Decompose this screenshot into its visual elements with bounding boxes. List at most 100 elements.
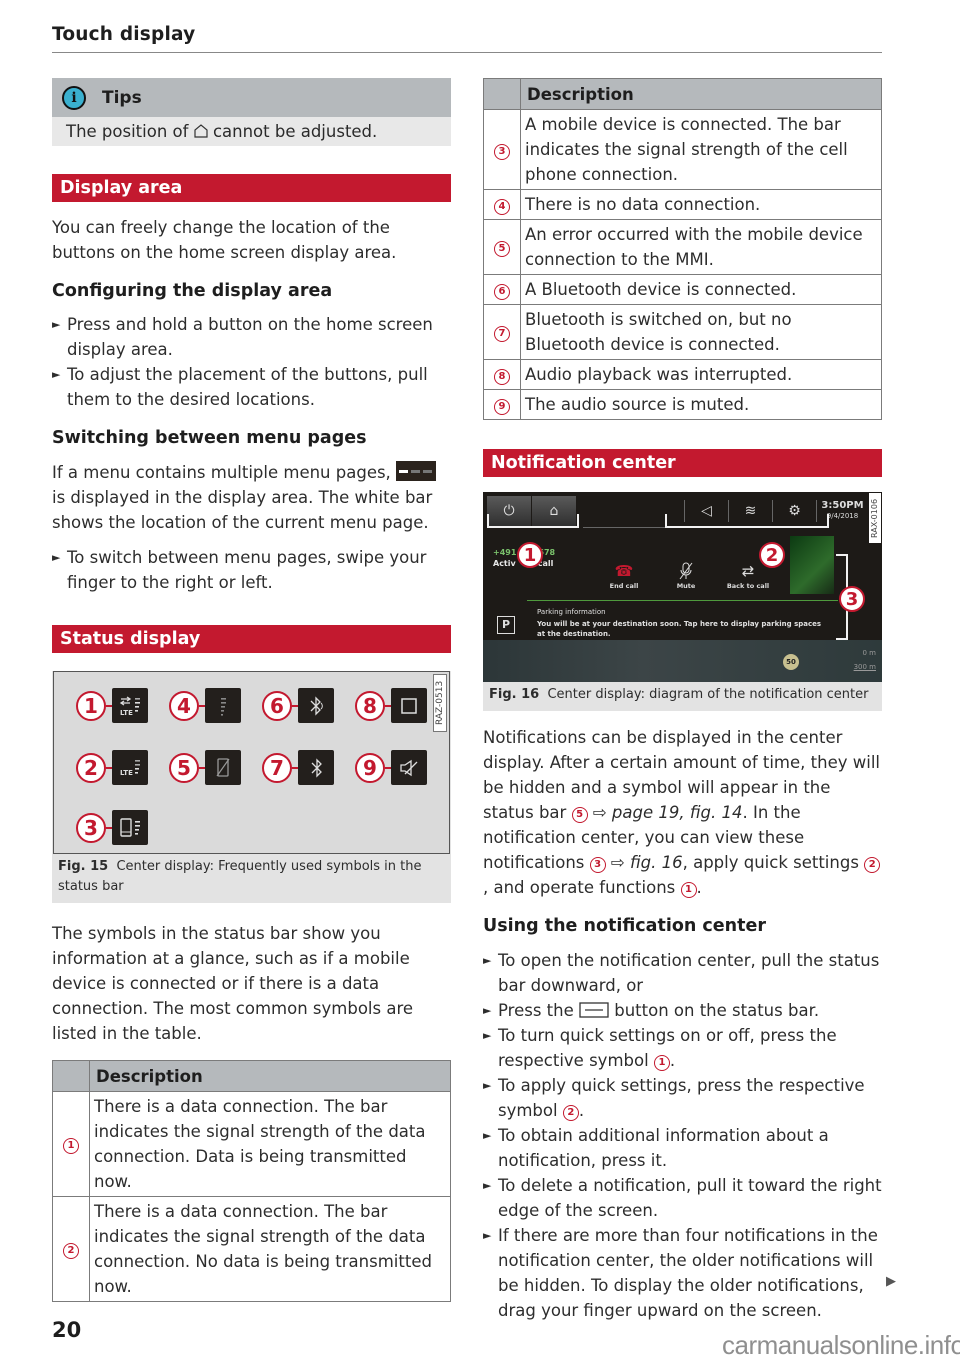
end-call-icon: ☎ (614, 562, 634, 580)
step-item: ► Press the button on the status bar. (483, 1001, 820, 1020)
configuring-steps: ► Press and hold a button on the home scr… (52, 312, 451, 412)
tips-header: i Tips (52, 78, 451, 117)
callout-bracket-2 (665, 514, 829, 528)
map-background: 50 0 m 300 m (483, 640, 882, 682)
section-status-display: Status display (52, 625, 451, 653)
callout-2: 2 (759, 542, 785, 568)
lte-data-transfer-icon: LTE (112, 688, 148, 723)
notification-text[interactable]: You will be at your destination soon. Ta… (537, 619, 827, 639)
table-row: 9 The audio source is muted. (483, 389, 882, 420)
figure-16-caption: Fig. 16 Center display: diagram of the n… (489, 687, 869, 702)
heading-using-notification-center: Using the notification center (483, 916, 766, 936)
symbol-5: 5 (169, 750, 241, 785)
heading-configuring: Configuring the display area (52, 281, 333, 301)
step-item: ► To turn quick settings on or off, press… (483, 1026, 837, 1071)
table-row: 7 Bluetooth is switched on, but no Blueto… (483, 304, 882, 360)
mute-icon (391, 750, 427, 785)
mobile-device-error-icon (205, 750, 241, 785)
end-call-button[interactable]: ☎ End call (593, 562, 655, 590)
continue-arrow-icon: ▶ (886, 1274, 896, 1289)
svg-text:LTE: LTE (120, 709, 133, 717)
left-column: i Tips The position of cannot be adjuste… (52, 78, 451, 1302)
table-row: 1 There is a data connection. The bar in… (52, 1091, 451, 1197)
table-header-row: Description (483, 78, 882, 110)
notification-title[interactable]: Parking information (537, 608, 606, 616)
callout-3: 3 (839, 586, 865, 612)
symbol-6: 6 (262, 688, 334, 723)
divider (527, 600, 838, 601)
bluetooth-connected-icon (298, 688, 334, 723)
table-row: 3A mobile device is connected. The bar i… (483, 109, 882, 190)
section-display-area: Display area (52, 174, 451, 202)
using-steps: ► To open the notification center, pull t… (483, 948, 882, 1323)
callout-ref: 5 (571, 807, 588, 823)
notification-center-screen: ⏻ ⌂ ◁ ≋ ⚙ 3:50PM 9/4/2018 +491 678 Activ c… (483, 492, 882, 682)
parking-icon: P (497, 616, 515, 634)
tips-box: i Tips The position of cannot be adjuste… (52, 78, 451, 146)
page-indicator-icon (396, 461, 437, 481)
symbol-7: 7 (262, 750, 334, 785)
svg-text:LTE: LTE (120, 769, 133, 777)
table-row: 5 An error occurred with the mobile devic… (483, 219, 882, 275)
figure-15-caption: Fig. 15 Center display: Frequently used … (58, 859, 422, 894)
table-row: 8 Audio playback was interrupted. (483, 359, 882, 390)
table-header-row: Description (52, 1060, 451, 1092)
bluetooth-on-icon (298, 750, 334, 785)
page-title: Touch display (52, 24, 196, 45)
status-paragraph: The symbols in the status bar show you i… (52, 924, 414, 1043)
figure-tag: RAZ-0513 (433, 674, 447, 732)
right-column: Description 3A mobile device is connecte… (483, 78, 882, 1323)
symbol-9: 9 (355, 750, 427, 785)
notification-paragraph: Notifications can be displayed in the ce… (483, 728, 881, 898)
watermark: carmanualsonline.info (722, 1330, 960, 1360)
home-icon (194, 124, 208, 138)
step-item: ► Press and hold a button on the home scr… (52, 315, 433, 359)
cross-reference-link[interactable]: ⇨ fig. 16 (611, 853, 683, 872)
step-item: ► To delete a notification, pull it towar… (483, 1176, 882, 1220)
section-notification-center: Notification center (483, 449, 882, 477)
step-item: ► To switch between menu pages, swipe you… (52, 548, 427, 592)
switching-paragraph: If a menu contains multiple menu pages, … (52, 460, 451, 535)
step-item: ► To obtain additional information about … (483, 1126, 829, 1170)
symbol-3: 3 (76, 810, 148, 845)
menu-button-icon (579, 1002, 609, 1018)
callout-ref: 3 (589, 857, 606, 873)
step-item: ► To adjust the placement of the buttons,… (52, 365, 428, 409)
status-symbols-panel: RAZ-0513 1 LTE 2 LTE 3 4 5 6 7 8 9 (53, 671, 450, 854)
car-image (790, 536, 834, 594)
figure-16: ⏻ ⌂ ◁ ≋ ⚙ 3:50PM 9/4/2018 +491 678 Activ c… (483, 492, 882, 711)
table-row: 2 There is a data connection. The bar in… (52, 1196, 451, 1302)
display-area-intro: You can freely change the location of th… (52, 218, 397, 262)
figure-tag: RAX-0106 (869, 493, 881, 543)
symbol-4: 4 (169, 688, 241, 723)
callout-ref: 2 (864, 857, 881, 873)
step-item: ► If there are more than four notificatio… (483, 1226, 878, 1320)
tips-title: Tips (102, 87, 142, 108)
map-scale: 0 m 300 m (853, 649, 876, 671)
table-row: 6A Bluetooth device is connected. (483, 274, 882, 305)
no-data-signal-icon (205, 688, 241, 723)
audio-stop-icon (391, 688, 427, 723)
mute-microphone-icon (655, 562, 717, 582)
lte-signal-icon: LTE (112, 750, 148, 785)
info-icon: i (62, 85, 86, 110)
switching-steps: ► To switch between menu pages, swipe you… (52, 545, 451, 595)
callout-ref: 1 (680, 882, 697, 898)
speed-limit: 50 (783, 654, 799, 670)
mute-button[interactable]: Mute (655, 562, 717, 590)
tips-text: The position of cannot be adjusted. (52, 117, 451, 146)
symbol-8: 8 (355, 688, 427, 723)
figure-15: RAZ-0513 1 LTE 2 LTE 3 4 5 6 7 8 9 Fig. … (52, 671, 451, 903)
table-row: 4 There is no data connection. (483, 189, 882, 220)
symbol-2: 2 LTE (76, 750, 148, 785)
callout-1: 1 (517, 542, 543, 568)
status-table-part1: Description 1 There is a data connection… (52, 1060, 451, 1302)
page-header: Touch display (52, 24, 882, 53)
heading-switching: Switching between menu pages (52, 428, 367, 448)
callout-bracket-1 (487, 514, 579, 528)
mobile-device-signal-icon (112, 810, 148, 845)
call-actions: ☎ End call Mute ⇄ Back to call (593, 562, 779, 590)
step-item: ► To apply quick settings, press the resp… (483, 1076, 865, 1121)
cross-reference-link[interactable]: ⇨ page 19, fig. 14 (593, 803, 743, 822)
status-table-part2: Description 3A mobile device is connecte… (483, 78, 882, 420)
